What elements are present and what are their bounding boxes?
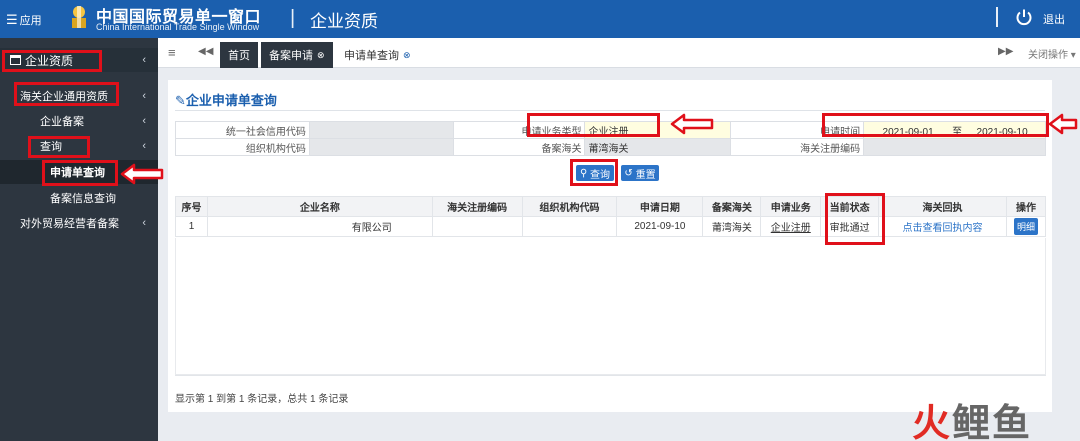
- annotation-box: [28, 136, 90, 158]
- sidebar-item-label: 企业备案: [40, 116, 84, 128]
- header-divider: [996, 7, 998, 27]
- cell-business: 企业注册: [760, 216, 822, 237]
- annotation-box: [42, 160, 118, 186]
- apps-menu-button[interactable]: ☰ 应用: [6, 12, 42, 28]
- chevron-left-icon: ‹: [142, 217, 146, 229]
- annotation-box: [570, 159, 618, 186]
- col-header: 申请业务: [760, 196, 822, 217]
- customs-emblem-icon: [72, 6, 86, 28]
- results-table: 序号 企业名称 海关注册编码 组织机构代码 申请日期 备案海关 申请业务 当前状…: [175, 196, 1047, 237]
- watermark-part-a: 火: [912, 403, 953, 441]
- cell-no: 1: [175, 216, 208, 237]
- tab-application-query[interactable]: 申请单查询 ⊗: [336, 42, 419, 68]
- tab-label: 首页: [228, 50, 250, 62]
- cell-name: 有限公司: [206, 216, 433, 237]
- tab-home[interactable]: 首页: [220, 42, 258, 68]
- top-header: ☰ 应用 中国国际贸易单一窗口 China International Trad…: [0, 0, 1080, 38]
- power-icon[interactable]: [1015, 8, 1033, 26]
- tab-label: 备案申请: [269, 50, 313, 62]
- chevron-left-icon: ‹: [142, 90, 146, 102]
- tab-bar: ≡ ◀◀ 首页 备案申请 ⊗ 申请单查询 ⊗ ▶▶ 关闭操作 ▾: [158, 38, 1080, 68]
- brand-subtitle: China International Trade Single Window: [96, 22, 260, 32]
- sidebar-item-label: 对外贸易经营者备案: [20, 218, 119, 230]
- col-header: 备案海关: [702, 196, 762, 217]
- close-icon[interactable]: ⊗: [317, 50, 325, 61]
- chevron-left-icon: ‹: [142, 115, 146, 127]
- customs-label: 备案海关: [452, 138, 586, 156]
- chevron-left-icon: ‹: [142, 140, 146, 152]
- page-title-text: 企业申请单查询: [185, 93, 277, 108]
- reset-button-label: 重置: [635, 169, 656, 181]
- annotation-arrow-icon: [1048, 113, 1078, 135]
- col-header: 企业名称: [206, 196, 433, 217]
- watermark-logo: 火鲤鱼: [912, 392, 1032, 441]
- col-header: 海关注册编码: [431, 196, 523, 217]
- annotation-box: [2, 50, 102, 72]
- chevron-left-icon: ‹: [142, 54, 146, 66]
- edit-icon: ✎: [175, 93, 186, 108]
- annotation-box: [822, 113, 1049, 137]
- col-header: 序号: [175, 196, 208, 217]
- detail-button[interactable]: 明细: [1013, 218, 1038, 235]
- reset-button[interactable]: ↺ 重置: [621, 165, 659, 181]
- module-title: 企业资质: [310, 12, 378, 31]
- org-code-input[interactable]: [308, 138, 454, 156]
- cell-date: 2021-09-10: [616, 216, 704, 237]
- header-separator: |: [290, 7, 296, 29]
- reset-icon: ↺: [624, 167, 633, 179]
- org-code-label: 组织机构代码: [175, 138, 310, 156]
- table-row[interactable]: 1 有限公司 2021-09-10 莆湾海关 企业注册 审批通过 点击查看回执内…: [175, 216, 1047, 237]
- title-divider: [175, 110, 1045, 111]
- cell-op: 明细: [1005, 216, 1047, 237]
- tab-filing-application[interactable]: 备案申请 ⊗: [261, 42, 333, 68]
- uscc-label: 统一社会信用代码: [175, 121, 310, 139]
- double-right-arrow-icon[interactable]: ▶▶: [998, 46, 1013, 57]
- table-empty-area: [175, 238, 1046, 375]
- uscc-input[interactable]: [308, 121, 454, 139]
- double-left-arrow-icon[interactable]: ◀◀: [198, 46, 213, 57]
- cell-receipt: 点击查看回执内容: [878, 216, 1007, 237]
- pagination-info: 显示第 1 到第 1 条记录，总共 1 条记录: [175, 394, 349, 405]
- sidebar-item-foreign-trade-filing[interactable]: 对外贸易经营者备案 ‹: [0, 211, 158, 235]
- annotation-arrow-icon: [670, 113, 714, 135]
- col-header: 操作: [1005, 196, 1047, 217]
- col-header: 组织机构代码: [521, 196, 618, 217]
- annotation-arrow-icon: [120, 163, 164, 185]
- cell-reg-code: [431, 216, 523, 237]
- reg-code-input[interactable]: [863, 138, 1046, 156]
- logout-link[interactable]: 退出: [1043, 11, 1065, 27]
- cell-customs: 莆湾海关: [702, 216, 762, 237]
- sidebar-item-label: 备案信息查询: [50, 193, 116, 205]
- close-operations-menu[interactable]: 关闭操作 ▾: [1028, 46, 1076, 61]
- col-header: 申请日期: [616, 196, 704, 217]
- annotation-box: [825, 193, 885, 245]
- watermark-part-b: 鲤鱼: [952, 403, 1033, 441]
- menu-toggle-icon[interactable]: ≡: [168, 45, 176, 60]
- view-receipt-link[interactable]: 点击查看回执内容: [903, 223, 983, 234]
- business-link[interactable]: 企业注册: [771, 223, 811, 234]
- close-operations-label: 关闭操作: [1028, 50, 1068, 61]
- sidebar-item-enterprise-filing[interactable]: 企业备案 ‹: [0, 109, 158, 133]
- reg-code-label: 海关注册编码: [730, 138, 865, 156]
- tab-label: 申请单查询: [344, 50, 399, 62]
- annotation-box: [14, 82, 119, 106]
- annotation-box: [527, 113, 660, 137]
- page-title: ✎企业申请单查询: [175, 90, 277, 109]
- sidebar-item-filing-info-query[interactable]: 备案信息查询: [0, 186, 158, 210]
- close-icon[interactable]: ⊗: [403, 50, 411, 61]
- table-footer-divider: [175, 375, 1046, 376]
- apps-label: 应用: [19, 15, 42, 27]
- hamburger-icon: ☰: [6, 12, 18, 27]
- col-header: 海关回执: [878, 196, 1007, 217]
- cell-org-code: [521, 216, 618, 237]
- customs-select[interactable]: 莆湾海关: [584, 138, 732, 156]
